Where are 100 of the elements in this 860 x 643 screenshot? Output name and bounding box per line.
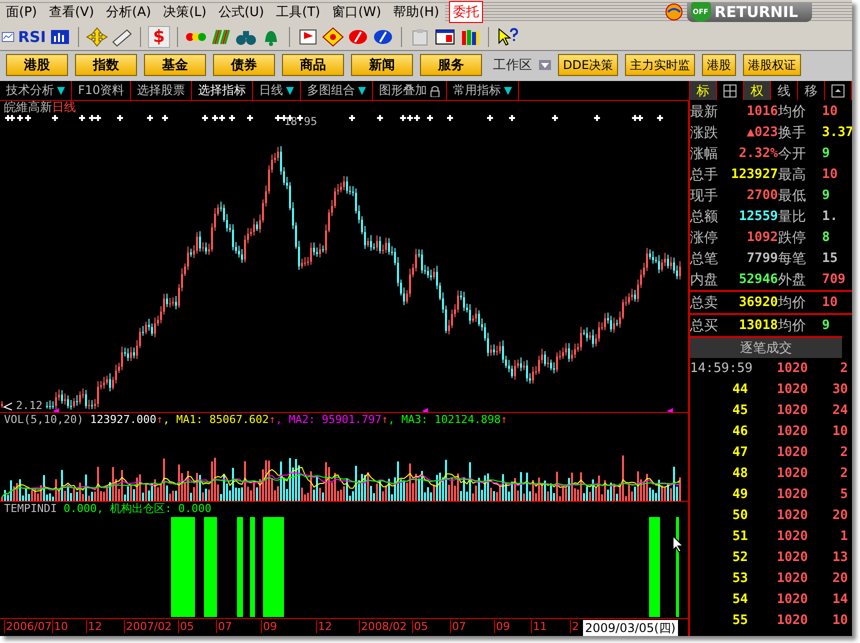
quote-value: 709 — [821, 272, 846, 287]
menu-item[interactable]: 面(P) — [0, 2, 43, 20]
date-label: 07 — [216, 620, 232, 634]
quote-label: 涨停 — [690, 228, 719, 246]
tick-time: 53 — [731, 571, 748, 586]
workspace-button[interactable]: 港股 — [702, 54, 736, 76]
quote-label: 外盘 — [778, 270, 807, 288]
price-label: 2.12 — [16, 399, 42, 412]
indicator-name: TEMPINDI — [4, 502, 57, 515]
quote-label: 最新 — [690, 102, 719, 120]
quote-value: 10 — [821, 104, 839, 119]
ticks-header[interactable]: 逐笔成交 — [690, 336, 842, 358]
tick-time: 50 — [731, 508, 748, 523]
legend-value: , MA3: 102124.898 — [388, 412, 501, 426]
date-label: 07 — [450, 620, 466, 634]
quote-value: 10 — [821, 295, 839, 310]
quote-label: 总买 — [690, 316, 719, 334]
quote-label: 涨跌 — [690, 124, 719, 142]
tick-volume: 20 — [831, 571, 848, 586]
quote-value: 2.32% — [738, 146, 778, 161]
quote-value: 3.37 — [821, 125, 852, 140]
dollar-icon[interactable]: $ — [148, 26, 170, 48]
tick-volume: 30 — [831, 382, 848, 397]
date-label: 2006/07 — [4, 620, 52, 634]
menu-item[interactable]: 公式(U) — [212, 2, 270, 20]
workspace-button[interactable]: 港股权证 — [743, 54, 802, 76]
menu-item[interactable]: 工具(T) — [270, 2, 326, 20]
market-button[interactable]: 债券 — [213, 54, 275, 76]
menu-item[interactable]: 决策(L) — [157, 2, 212, 20]
tick-time: 48 — [731, 466, 748, 481]
quote-value: 9 — [821, 188, 831, 203]
quote-label: 每笔 — [778, 250, 807, 268]
quote-value: 13018 — [738, 318, 778, 333]
up-arrow-icon: ↑ — [156, 412, 163, 426]
date-label: 05 — [178, 620, 194, 634]
stock-name: 皖維高新 — [4, 101, 52, 114]
market-button[interactable]: 新闻 — [351, 54, 413, 76]
menu-item[interactable]: 帮助(H) — [387, 2, 446, 20]
quote-value: 10 — [821, 167, 839, 182]
current-date: 2009/03/05(四) — [583, 620, 678, 636]
tick-time: 52 — [731, 550, 748, 565]
tick-price: 1020 — [776, 445, 808, 460]
quote-label: 总卖 — [690, 294, 719, 312]
tick-price: 1020 — [776, 403, 808, 418]
trade-button[interactable]: 委托 — [449, 0, 484, 22]
panel-tab[interactable]: 标 — [690, 81, 717, 100]
tick-volume: 1 — [839, 529, 848, 544]
date-label: 12 — [86, 620, 102, 634]
tick-volume: 14 — [831, 592, 848, 607]
up-arrow-icon: ↑ — [500, 412, 508, 426]
workspace-label: 工作区 — [493, 57, 532, 74]
up-arrow-icon: ↑ — [268, 412, 276, 426]
menu-item[interactable]: 窗口(W) — [326, 2, 388, 20]
market-button[interactable]: 基金 — [144, 54, 206, 76]
quote-label: 最低 — [778, 186, 807, 204]
quote-label: 最高 — [778, 166, 807, 184]
menu-item[interactable]: 查看(V) — [42, 2, 100, 20]
market-button[interactable]: 指数 — [75, 54, 137, 76]
quote-label: 均价 — [778, 316, 807, 334]
quote-value: 52946 — [738, 272, 778, 287]
date-label: 2007/02 — [124, 620, 172, 634]
market-button[interactable]: 商品 — [282, 54, 344, 76]
workspace-button[interactable]: 主力实时监 — [625, 54, 696, 76]
legend-value: , MA1: 85067.602 — [162, 412, 269, 426]
tick-volume: 10 — [831, 424, 848, 439]
date-label: 10 — [52, 620, 68, 634]
period-label: 日线 — [52, 101, 76, 114]
tick-time: 44 — [731, 382, 748, 397]
tick-price: 1020 — [776, 508, 808, 523]
quote-label: 跌停 — [778, 228, 807, 246]
tick-price: 1020 — [776, 424, 808, 439]
quote-value: 12559 — [738, 209, 778, 224]
rsi-icon[interactable]: RSI — [18, 28, 46, 46]
date-label: 2 — [570, 620, 579, 634]
menu-item[interactable]: 分析(A) — [100, 2, 158, 20]
tick-volume: 24 — [831, 403, 848, 418]
quote-label: 今开 — [778, 144, 807, 162]
quote-value: 15 — [821, 251, 839, 266]
tick-volume: 10 — [831, 613, 848, 628]
tick-time: 45 — [731, 403, 748, 418]
quote-label: 总额 — [690, 208, 719, 226]
quote-value: 1016 — [746, 104, 778, 119]
date-label: 05 — [412, 620, 428, 634]
quote-label: 均价 — [778, 294, 807, 312]
tick-time: 55 — [731, 613, 748, 628]
tick-price: 1020 — [776, 487, 808, 502]
quote-value: 123927 — [730, 167, 778, 182]
quote-value: 36920 — [738, 295, 778, 310]
price-label: 18.95 — [284, 115, 318, 128]
tick-volume: 5 — [839, 487, 848, 502]
tick-time: 51 — [731, 529, 748, 544]
date-label: 2008/02 — [359, 620, 407, 634]
tick-price: 1020 — [776, 592, 808, 607]
legend-value: VOL(5,10,20) — [4, 412, 84, 426]
workspace-button[interactable]: DDE决策 — [558, 54, 618, 76]
market-button[interactable]: 服务 — [420, 54, 482, 76]
indicator-value: 0.000, 机构出仓区: 0.000 — [64, 502, 212, 515]
market-button[interactable]: 港股 — [6, 54, 68, 76]
quote-label: 涨幅 — [690, 144, 719, 162]
panel-tab[interactable]: 权 — [744, 81, 771, 100]
